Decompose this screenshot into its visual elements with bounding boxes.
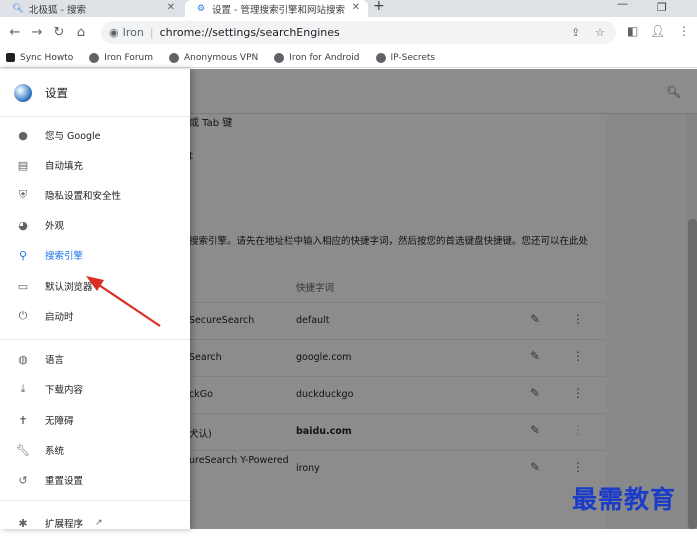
tab-settings[interactable]: ⚙ 设置 - 管理搜索引擎和网站搜索 ✕ xyxy=(185,0,368,17)
bookmark-label: Iron for Android xyxy=(289,52,360,63)
url-text: chrome://settings/searchEngines xyxy=(159,26,340,39)
sidebar-item-default-browser[interactable]: ▭ 默认浏览器 xyxy=(0,271,190,301)
sidebar-item-you-and-google[interactable]: ● 您与 Google xyxy=(0,120,190,150)
new-tab-button[interactable]: + xyxy=(373,0,385,14)
close-icon[interactable]: ✕ xyxy=(167,2,175,13)
download-icon: ⤓ xyxy=(20,382,26,395)
tab-title: 北极狐 - 搜索 xyxy=(29,4,86,16)
restore-icon[interactable]: ❐ xyxy=(657,1,667,14)
search-icon: 🔍︎ xyxy=(12,3,24,14)
wrench-icon: 🔧︎ xyxy=(16,443,30,457)
accessibility-icon: ✝ xyxy=(18,413,28,427)
sidebar-item-label: 隐私设置和安全性 xyxy=(45,191,122,202)
person-icon: ● xyxy=(18,128,28,142)
divider xyxy=(0,339,190,340)
restore-icon: ↺ xyxy=(18,473,28,487)
close-icon[interactable]: ✕ xyxy=(352,2,360,13)
sidebar-item-privacy[interactable]: ⛨ 隐私设置和安全性 xyxy=(0,180,190,210)
tab-search[interactable]: 🔍︎ 北极狐 - 搜索 ✕ xyxy=(0,0,183,17)
puzzle-icon: ✱ xyxy=(18,516,28,530)
palette-icon: ◕ xyxy=(18,218,28,232)
bookmark-label: IP-Secrets xyxy=(390,52,436,63)
sidebar-item-label: 下载内容 xyxy=(45,385,84,396)
browser-icon: ▭ xyxy=(17,279,29,293)
site-info-icon[interactable]: ◉ xyxy=(109,26,119,39)
bookmark-icon xyxy=(6,53,15,62)
sidebar-item-downloads[interactable]: ⤓ 下载内容 xyxy=(0,374,190,404)
sidebar-item-label: 搜索引擎 xyxy=(45,251,84,262)
bookmark-label: Iron Forum xyxy=(104,52,153,63)
settings-drawer: 设置 ● 您与 Google ▤ 自动填充 ⛨ 隐私设置和安全性 ◕ 外观 ⚲ … xyxy=(0,69,190,530)
globe-icon xyxy=(274,52,285,63)
sidebar-item-label: 自动填充 xyxy=(45,161,84,172)
sidebar-item-label: 默认浏览器 xyxy=(45,282,93,293)
power-icon: ⏻ xyxy=(18,309,28,322)
sidebar-item-label: 您与 Google xyxy=(45,131,101,142)
bookmark-label: Anonymous VPN xyxy=(184,52,259,63)
bookmarks-bar: Sync Howto Iron Forum Anonymous VPN Iron… xyxy=(0,48,697,68)
bookmark-label: Sync Howto xyxy=(20,52,74,63)
forward-button[interactable]: → xyxy=(26,25,48,40)
sidebar-item-label: 外观 xyxy=(45,221,65,232)
back-button[interactable]: ← xyxy=(4,25,26,40)
bookmark-item[interactable]: Iron for Android xyxy=(268,52,360,63)
share-icon[interactable]: ⇪ xyxy=(571,26,580,39)
sidebar-item-label: 无障碍 xyxy=(45,416,74,427)
bookmark-item[interactable]: Anonymous VPN xyxy=(163,52,259,63)
minimize-icon[interactable]: — xyxy=(617,0,628,10)
tab-title: 设置 - 管理搜索引擎和网站搜索 xyxy=(212,4,345,16)
home-button[interactable]: ⌂ xyxy=(70,25,92,40)
bookmark-item[interactable]: Sync Howto xyxy=(0,53,73,63)
sidebar-item-on-startup[interactable]: ⏻ 启动时 xyxy=(0,301,190,331)
sidebar-item-label: 重置设置 xyxy=(45,476,84,487)
external-link-icon: ↗ xyxy=(95,518,103,528)
sidebar-item-label: 启动时 xyxy=(45,312,74,323)
address-bar[interactable]: ◉ Iron | chrome://settings/searchEngines… xyxy=(101,21,616,44)
gear-icon: ⚙ xyxy=(196,3,206,14)
divider xyxy=(0,500,190,501)
bookmark-item[interactable]: Iron Forum xyxy=(83,52,153,63)
iron-logo-icon xyxy=(14,83,32,102)
search-icon: ⚲ xyxy=(18,248,28,262)
sidebar-item-label: 系统 xyxy=(45,446,65,457)
drawer-header: 设置 xyxy=(0,69,190,117)
sidebar-item-languages[interactable]: ◍ 语言 xyxy=(0,344,190,374)
reload-button[interactable]: ↻ xyxy=(48,25,70,40)
sidebar-item-appearance[interactable]: ◕ 外观 xyxy=(0,210,190,240)
sidebar-item-system[interactable]: 🔧︎ 系统 xyxy=(0,435,190,465)
sidebar-item-label: 语言 xyxy=(45,355,65,366)
sidebar-item-extensions[interactable]: ✱ 扩展程序 ↗ xyxy=(0,508,190,538)
sidebar-item-reset[interactable]: ↺ 重置设置 xyxy=(0,465,190,495)
toolbar: ← → ↻ ⌂ ◉ Iron | chrome://settings/searc… xyxy=(0,17,697,48)
globe-icon xyxy=(375,52,386,63)
profile-icon[interactable]: 👤︎ xyxy=(650,24,665,38)
sidepanel-icon[interactable]: ◧ xyxy=(627,24,638,38)
bookmark-item[interactable]: IP-Secrets xyxy=(370,52,436,63)
globe-icon: ◍ xyxy=(18,352,28,366)
star-icon[interactable]: ☆ xyxy=(595,26,605,39)
clipboard-icon: ▤ xyxy=(17,158,29,172)
drawer-title: 设置 xyxy=(45,85,68,100)
globe-icon xyxy=(169,52,179,63)
divider: | xyxy=(149,26,154,39)
tab-strip: 🔍︎ 北极狐 - 搜索 ✕ ⚙ 设置 - 管理搜索引擎和网站搜索 ✕ + — ❐ xyxy=(0,0,697,17)
sidebar-item-label: 扩展程序 xyxy=(45,519,84,530)
sidebar-item-search-engine[interactable]: ⚲ 搜索引擎 xyxy=(0,240,190,270)
site-name: Iron xyxy=(122,26,144,39)
globe-icon xyxy=(89,52,100,63)
watermark-text: 最需教育 xyxy=(572,485,677,514)
shield-icon: ⛨ xyxy=(18,188,28,201)
menu-icon[interactable]: ⋮ xyxy=(678,24,690,38)
sidebar-item-accessibility[interactable]: ✝ 无障碍 xyxy=(0,405,190,435)
sidebar-item-autofill[interactable]: ▤ 自动填充 xyxy=(0,150,190,180)
